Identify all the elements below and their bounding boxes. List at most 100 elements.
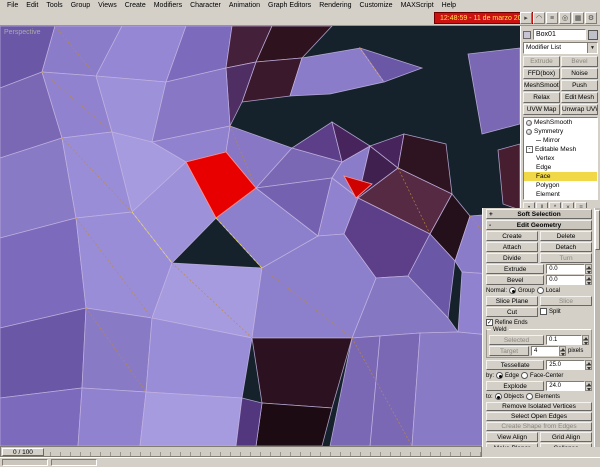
menu-views[interactable]: Views — [94, 2, 121, 9]
weld-target-button[interactable]: Target — [489, 346, 529, 356]
objects-radio[interactable] — [494, 393, 502, 400]
create-shape-from-edges-button[interactable]: Create Shape from Edges — [486, 422, 592, 431]
spin-down-icon[interactable] — [585, 269, 592, 274]
timeline[interactable]: 0 / 100 — [0, 446, 482, 457]
select-open-edges-button[interactable]: Select Open Edges — [486, 412, 592, 421]
object-name-field[interactable]: Box01 — [533, 29, 586, 40]
rollout-edit-geometry[interactable]: - Edit Geometry — [486, 220, 592, 230]
menu-help[interactable]: Help — [438, 2, 460, 9]
stack-item-vertex[interactable]: Vertex — [524, 154, 597, 163]
utilities-tab-icon[interactable]: ⚙ — [585, 12, 597, 24]
edit-mesh-button[interactable]: Edit Mesh — [561, 92, 598, 103]
menu-rendering[interactable]: Rendering — [315, 2, 355, 9]
menu-animation[interactable]: Animation — [225, 2, 264, 9]
create-button[interactable]: Create — [486, 231, 538, 241]
extrude-button[interactable]: Extrude — [486, 264, 545, 274]
divide-button[interactable]: Divide — [486, 253, 538, 263]
weld-selected-spinner[interactable]: 0.1 — [546, 335, 589, 345]
menu-edit[interactable]: Edit — [22, 2, 42, 9]
stack-item-mirror[interactable]: Mirror — [524, 136, 597, 145]
tessellate-button[interactable]: Tessellate — [486, 360, 545, 370]
elements-radio[interactable] — [526, 393, 534, 400]
slice-plane-button[interactable]: Slice Plane — [486, 296, 538, 306]
spin-down-icon[interactable] — [585, 280, 592, 285]
meshsmooth-button[interactable]: MeshSmooth — [523, 80, 560, 91]
split-checkbox[interactable] — [540, 308, 547, 315]
menu-tools[interactable]: Tools — [42, 2, 66, 9]
collapse-button[interactable]: Collapse — [540, 443, 592, 447]
ffd-box-button[interactable]: FFD(box) — [523, 68, 560, 79]
object-color-swatch[interactable] — [588, 29, 598, 40]
display-tab-icon[interactable]: ▦ — [572, 12, 584, 24]
menu-group[interactable]: Group — [67, 2, 94, 9]
modify-tab-icon[interactable]: ◠ — [533, 12, 545, 24]
lightbulb-icon[interactable] — [526, 128, 532, 135]
menu-character[interactable]: Character — [186, 2, 225, 9]
menu-file[interactable]: File — [3, 2, 22, 9]
uvw-map-button[interactable]: UVW Map — [523, 104, 560, 115]
spin-down-icon[interactable] — [585, 365, 592, 370]
viewport-label[interactable]: Perspective — [4, 29, 41, 36]
viewport-perspective[interactable]: Perspective — [0, 26, 520, 446]
edge-radio[interactable] — [496, 372, 504, 379]
stack-item-face[interactable]: Face — [524, 172, 597, 181]
weld-selected-button[interactable]: Selected — [489, 335, 544, 345]
hierarchy-tab-icon[interactable]: ≡ — [546, 12, 558, 24]
attach-button[interactable]: Attach — [486, 242, 538, 252]
extrude-shortcut-button[interactable]: Extrude — [523, 56, 560, 67]
push-button[interactable]: Push — [561, 80, 598, 91]
lightbulb-icon[interactable] — [526, 119, 532, 126]
scrollbar-thumb[interactable] — [595, 210, 600, 250]
create-tab-icon[interactable]: ▸ — [520, 12, 532, 24]
bevel-button[interactable]: Bevel — [486, 275, 545, 285]
spin-down-icon[interactable] — [559, 351, 566, 356]
normal-group-radio[interactable] — [509, 287, 517, 294]
menu-graph-editors[interactable]: Graph Editors — [264, 2, 315, 9]
extrude-value[interactable]: 0.0 — [546, 264, 585, 274]
modifier-list-dropdown[interactable]: Modifier List ▼ — [523, 42, 598, 54]
spin-down-icon[interactable] — [585, 386, 592, 391]
weld-target-spinner[interactable]: 4 — [531, 346, 566, 356]
remove-isolated-vertices-button[interactable]: Remove Isolated Vertices — [486, 402, 592, 411]
turn-button[interactable]: Turn — [540, 253, 592, 263]
rollout-soft-selection[interactable]: + Soft Selection — [486, 209, 592, 219]
rollout-scrollbar[interactable] — [594, 208, 600, 447]
face-center-radio[interactable] — [521, 372, 529, 379]
delete-button[interactable]: Delete — [540, 231, 592, 241]
stack-item-element[interactable]: Element — [524, 190, 597, 199]
menu-customize[interactable]: Customize — [356, 2, 397, 9]
stack-item-edge[interactable]: Edge — [524, 163, 597, 172]
explode-button[interactable]: Explode — [486, 381, 545, 391]
timeline-slider[interactable]: 0 / 100 — [2, 448, 44, 456]
menu-create[interactable]: Create — [121, 2, 150, 9]
weld-selected-value[interactable]: 0.1 — [546, 335, 582, 345]
stack-item-meshsmooth[interactable]: MeshSmooth — [524, 118, 597, 127]
view-align-button[interactable]: View Align — [486, 432, 538, 442]
tessellate-value[interactable]: 25.0 — [546, 360, 585, 370]
chevron-down-icon[interactable]: ▼ — [587, 43, 597, 53]
bevel-shortcut-button[interactable]: Bevel — [561, 56, 598, 67]
bevel-value[interactable]: 0.0 — [546, 275, 585, 285]
menu-maxscript[interactable]: MAXScript — [397, 2, 438, 9]
make-planar-button[interactable]: Make Planar — [486, 443, 538, 447]
normal-local-radio[interactable] — [536, 287, 544, 294]
stack-item-symmetry[interactable]: Symmetry — [524, 127, 597, 136]
unwrap-uvw-button[interactable]: Unwrap UVW — [561, 104, 598, 115]
cut-button[interactable]: Cut — [486, 307, 538, 317]
refine-ends-checkbox[interactable]: ✓ — [486, 319, 493, 326]
mesh-canvas[interactable] — [0, 26, 520, 446]
tessellate-spinner[interactable]: 25.0 — [546, 360, 592, 370]
noise-button[interactable]: Noise — [561, 68, 598, 79]
relax-button[interactable]: Relax — [523, 92, 560, 103]
explode-spinner[interactable]: 24.0 — [546, 381, 592, 391]
stack-item-polygon[interactable]: Polygon — [524, 181, 597, 190]
extrude-spinner[interactable]: 0.0 — [546, 264, 592, 274]
grid-align-button[interactable]: Grid Align — [540, 432, 592, 442]
detach-button[interactable]: Detach — [540, 242, 592, 252]
slice-button[interactable]: Slice — [540, 296, 592, 306]
bevel-spinner[interactable]: 0.0 — [546, 275, 592, 285]
explode-value[interactable]: 24.0 — [546, 381, 585, 391]
collapse-box-icon[interactable]: - — [526, 146, 533, 153]
stack-item-editable-mesh[interactable]: - Editable Mesh — [524, 145, 597, 154]
spin-down-icon[interactable] — [582, 340, 589, 345]
